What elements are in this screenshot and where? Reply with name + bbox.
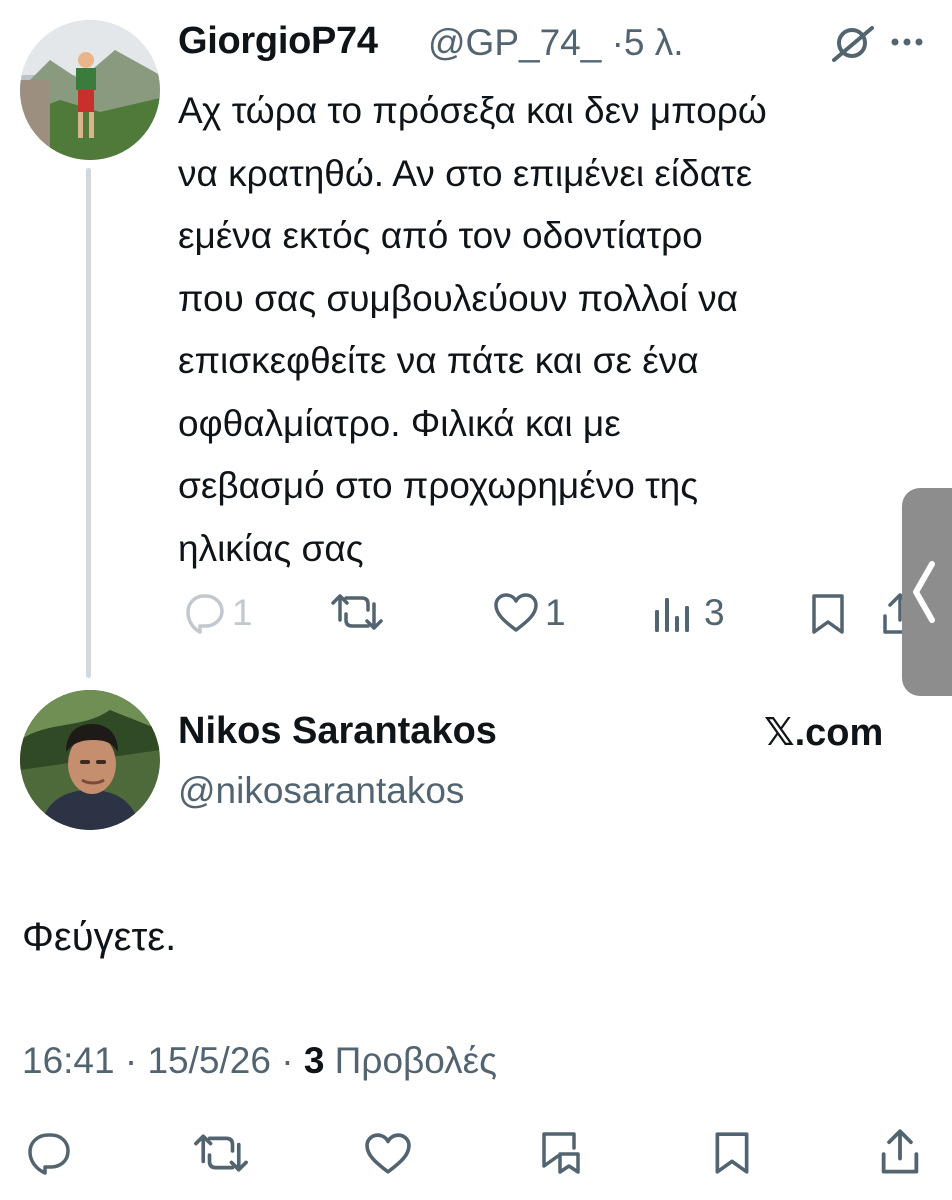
nikos-avatar[interactable] <box>20 690 160 830</box>
more-icon[interactable] <box>890 36 924 48</box>
share-icon <box>881 1129 919 1174</box>
chevron-left-icon <box>913 561 935 623</box>
tweet-metadata: 16:41 · 15/5/26 · 3 Προβολές <box>22 1040 497 1082</box>
bookmark-icon <box>715 1132 749 1174</box>
main-share-button[interactable] <box>878 1128 922 1176</box>
parent-views-count: 3 <box>704 592 725 633</box>
views-count: 3 <box>303 1040 325 1081</box>
main-bookmark-button[interactable] <box>710 1130 754 1176</box>
views-icon <box>655 598 689 632</box>
parent-reply-count: 1 <box>232 592 253 633</box>
parent-text-line: που σας συμβουλεύουν πολλοί να <box>178 277 739 319</box>
avatar-photo-icon <box>20 20 160 160</box>
main-handle[interactable]: @nikosarantakos <box>178 770 464 812</box>
parent-tweet-text: Αχ τώρα το πρόσεξα και δεν μπορώ να κρατ… <box>178 80 918 580</box>
parent-bookmark-button[interactable] <box>808 592 848 636</box>
parent-text-line: εμένα εκτός από τον οδοντίατρο <box>178 215 703 256</box>
x-logo-brand: 𝕏.com <box>764 712 884 754</box>
main-tweet-text: Φεύγετε. <box>22 915 177 959</box>
reply-icon <box>28 1133 70 1175</box>
parent-text-line: Αχ τώρα το πρόσεξα και δεν μπορώ <box>178 90 767 131</box>
parent-text-line: να κρατηθώ. Αν στο επιμένει είδατε <box>178 152 753 194</box>
parent-text-line: επισκεφθείτε να πάτε και σε ένα <box>178 340 699 381</box>
main-bookmark-stack-button[interactable] <box>534 1130 584 1176</box>
thread-connector-line <box>86 168 91 678</box>
parent-share-button[interactable] <box>880 592 902 636</box>
grok-icon[interactable] <box>830 24 876 62</box>
retweet-icon <box>194 1134 248 1172</box>
bookmark-stack-icon <box>542 1132 580 1174</box>
parent-reply-button[interactable] <box>180 590 226 634</box>
reply-icon <box>186 594 224 634</box>
parent-text-line: ηλικίας σας <box>178 527 364 569</box>
main-like-button[interactable] <box>362 1132 414 1176</box>
retweet-icon <box>331 594 383 630</box>
parent-text-line: σεβασμό στο προχωρημένο της <box>178 465 699 506</box>
share-icon <box>883 593 902 634</box>
parent-views-button[interactable] <box>652 594 692 634</box>
views-label: Προβολές <box>324 1040 497 1081</box>
main-retweet-button[interactable] <box>192 1130 250 1176</box>
main-display-name[interactable]: Nikos Sarantakos <box>178 710 497 753</box>
like-icon <box>365 1133 411 1174</box>
parent-handle-time[interactable]: @GP_74_ ·5 λ. <box>428 22 684 64</box>
timestamp-date[interactable]: 16:41 · 15/5/26 · <box>22 1040 304 1081</box>
parent-like-button[interactable] <box>492 592 540 634</box>
parent-text-line: οφθαλμίατρο. Φιλικά και με <box>178 402 621 444</box>
parent-retweet-button[interactable] <box>330 590 384 634</box>
main-reply-button[interactable] <box>24 1130 74 1176</box>
parent-display-name[interactable]: GiorgioP74 <box>178 20 378 63</box>
like-icon <box>494 593 538 632</box>
giorgio-avatar[interactable] <box>20 20 160 160</box>
side-panel-pull-tab[interactable] <box>902 488 952 696</box>
bookmark-icon <box>812 594 844 634</box>
avatar-photo-icon <box>20 690 160 830</box>
parent-like-count: 1 <box>545 592 566 633</box>
